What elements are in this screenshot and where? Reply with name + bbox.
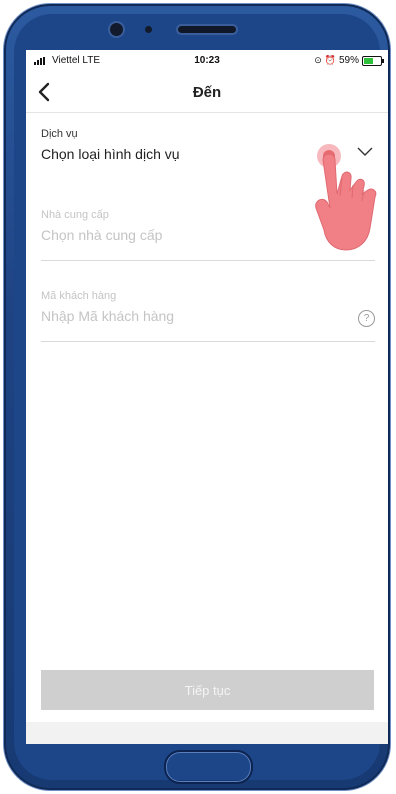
status-bar: Viettel LTE 10:23 ⊙ ⏰ 59% <box>26 50 388 72</box>
battery-icon <box>362 55 384 66</box>
earpiece-speaker <box>178 26 236 33</box>
home-button[interactable] <box>164 750 253 784</box>
lock-rotation-icon: ⊙ <box>314 55 322 65</box>
nav-bar: Đến <box>26 72 388 113</box>
page-title: Đến <box>192 84 222 101</box>
continue-button[interactable]: Tiếp tục <box>41 670 374 710</box>
customer-code-label: Mã khách hàng <box>41 290 117 302</box>
customer-code-input[interactable]: Nhập Mã khách hàng <box>41 308 375 324</box>
proximity-sensor <box>145 26 152 33</box>
app-screen: Viettel LTE 10:23 ⊙ ⏰ 59% Đến Dịch vụ Ch… <box>26 50 388 744</box>
phone-frame: Viettel LTE 10:23 ⊙ ⏰ 59% Đến Dịch vụ Ch… <box>4 4 390 790</box>
provider-underline <box>41 260 375 261</box>
front-camera <box>110 23 123 36</box>
status-right: ⊙ ⏰ 59% <box>314 55 384 66</box>
bottom-area <box>26 722 388 744</box>
customer-code-underline <box>41 341 375 342</box>
battery-percent: 59% <box>338 55 359 66</box>
tap-hand-icon <box>315 144 377 251</box>
customer-code-field[interactable]: Mã khách hàng Nhập Mã khách hàng ? <box>41 290 375 342</box>
help-icon[interactable]: ? <box>358 310 375 327</box>
alarm-icon: ⏰ <box>324 55 336 65</box>
